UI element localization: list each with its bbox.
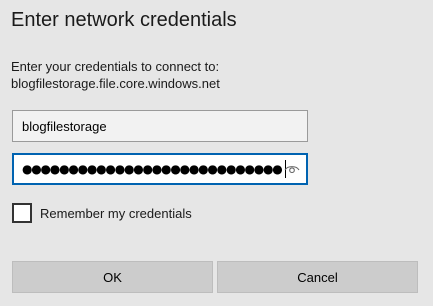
dialog-title: Enter network credentials (11, 9, 237, 31)
credentials-dialog: Enter network credentials Enter your cre… (0, 0, 433, 306)
remember-credentials-label[interactable]: Remember my credentials (40, 206, 192, 221)
cancel-button[interactable]: Cancel (217, 261, 418, 293)
password-field[interactable]: ●●●●●●●●●●●●●●●●●●●●●●●●●●●● (12, 153, 308, 185)
ok-button[interactable]: OK (12, 261, 213, 293)
username-value: blogfilestorage (22, 118, 107, 134)
description-line-1: Enter your credentials to connect to: (11, 59, 220, 74)
remember-credentials-checkbox[interactable] (12, 203, 32, 223)
password-masked-value: ●●●●●●●●●●●●●●●●●●●●●●●●●●●● (22, 162, 282, 176)
username-field[interactable]: blogfilestorage (12, 110, 308, 142)
description-line-2: blogfilestorage.file.core.windows.net (11, 76, 220, 91)
remember-credentials-row[interactable]: Remember my credentials (12, 203, 192, 223)
eye-icon[interactable] (284, 162, 300, 176)
dialog-description: Enter your credentials to connect to: bl… (11, 58, 220, 92)
